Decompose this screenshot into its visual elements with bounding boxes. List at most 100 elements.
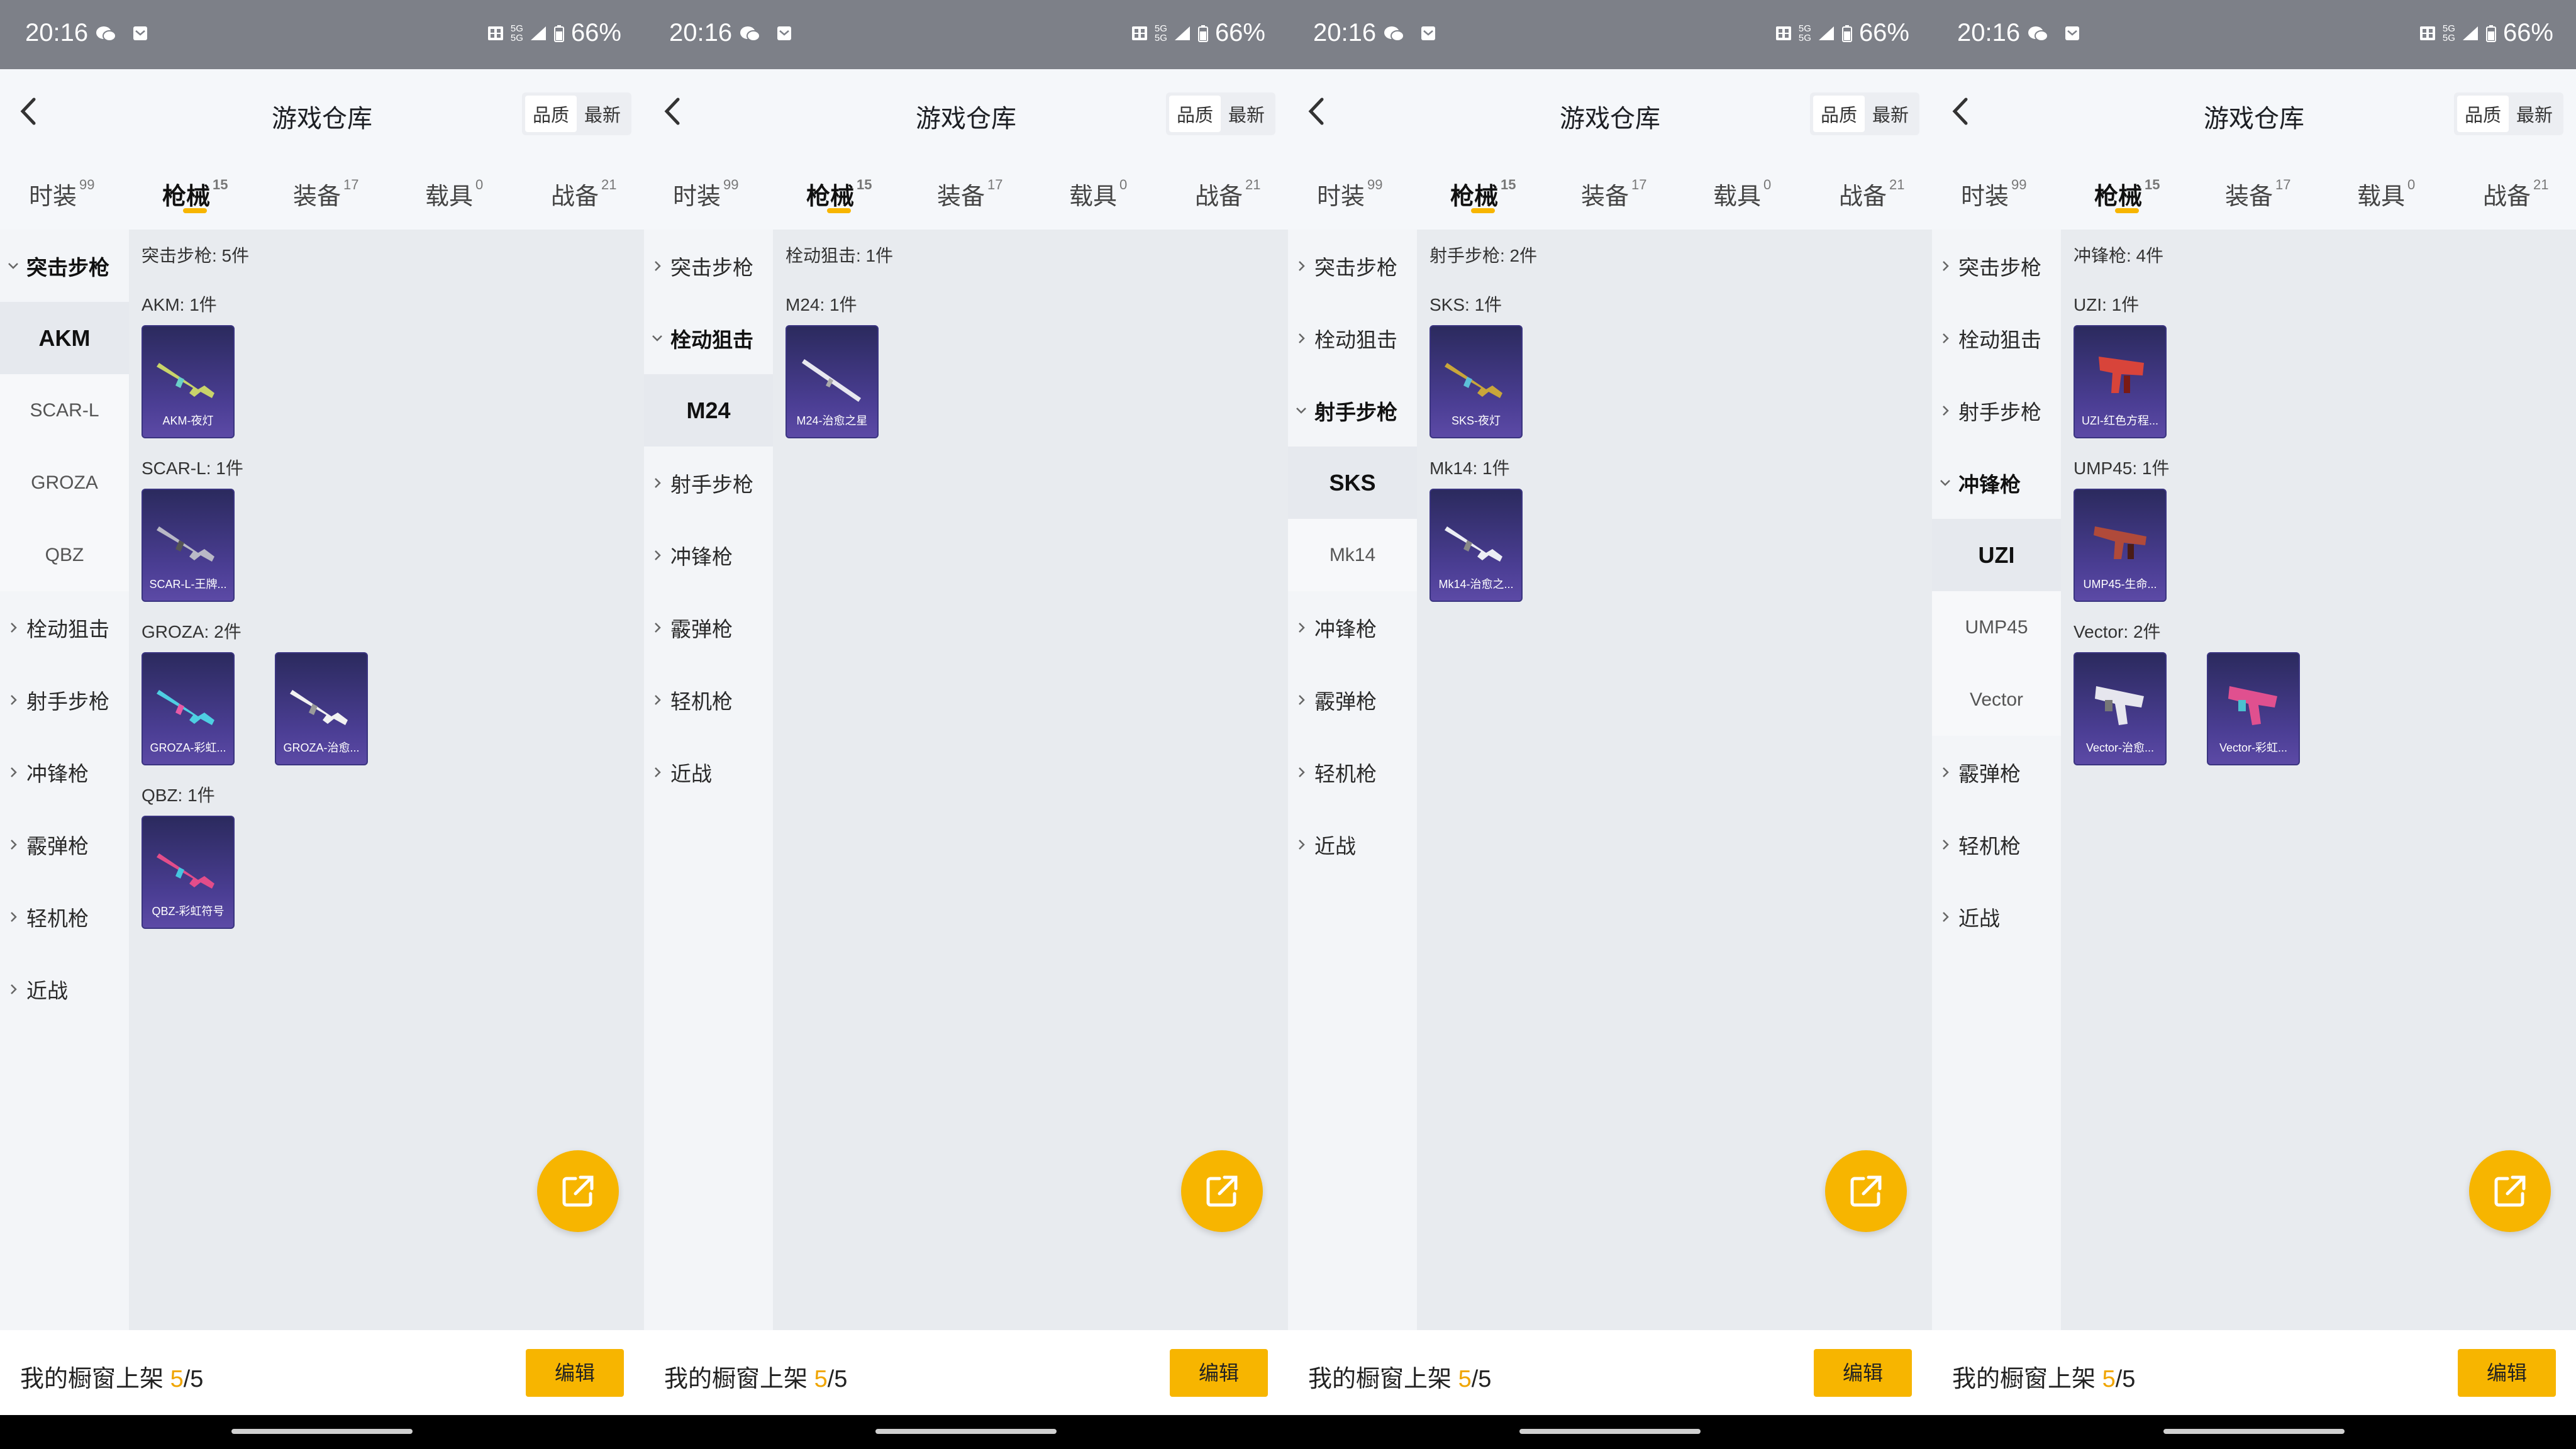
- sidebar-item-marksman-rifle[interactable]: 射手步枪: [0, 663, 129, 736]
- sort-quality-button[interactable]: 品质: [1813, 96, 1865, 132]
- tab-equipment[interactable]: 装备 17: [293, 177, 359, 211]
- tab-weapons[interactable]: 枪械 15: [2094, 177, 2160, 211]
- group-header: 射手步枪: 2件: [1430, 246, 1538, 265]
- showcase-count: 5: [2102, 1366, 2116, 1392]
- sort-quality-button[interactable]: 品质: [1169, 96, 1221, 132]
- sidebar-item-bolt-sniper[interactable]: 栓动狙击: [644, 302, 773, 374]
- sidebar-item-marksman-rifle[interactable]: 射手步枪: [644, 447, 773, 519]
- sort-latest-button[interactable]: 最新: [577, 96, 628, 132]
- sidebar-item-shotgun[interactable]: 霰弹枪: [644, 591, 773, 663]
- sidebar-item-marksman-rifle[interactable]: 射手步枪: [1932, 374, 2061, 447]
- sidebar-item-marksman-rifle[interactable]: 射手步枪: [1288, 374, 1417, 447]
- weapon-card[interactable]: GROZA-治愈...: [275, 652, 368, 765]
- weapon-card[interactable]: UMP45-生命...: [2074, 489, 2167, 602]
- tab-fashion[interactable]: 时装 99: [673, 177, 739, 211]
- tab-supplies[interactable]: 战备 21: [2483, 177, 2549, 211]
- edit-button[interactable]: 编辑: [2458, 1349, 2556, 1397]
- weapon-card[interactable]: Mk14-治愈之...: [1430, 489, 1523, 602]
- sidebar-subitem-groza[interactable]: GROZA: [0, 447, 129, 519]
- sidebar-item-melee[interactable]: 近战: [1932, 880, 2061, 953]
- sidebar-item-assault-rifle[interactable]: 突击步枪: [644, 230, 773, 302]
- weapon-card[interactable]: QBZ-彩虹符号: [142, 816, 235, 929]
- share-button[interactable]: [537, 1150, 619, 1232]
- edit-button[interactable]: 编辑: [1170, 1349, 1268, 1397]
- sidebar-item-lmg[interactable]: 轻机枪: [644, 663, 773, 736]
- sidebar-item-bolt-sniper[interactable]: 栓动狙击: [1932, 302, 2061, 374]
- share-button[interactable]: [1825, 1150, 1907, 1232]
- rifle-icon: [802, 359, 861, 402]
- sidebar-item-assault-rifle[interactable]: 突击步枪: [0, 230, 129, 302]
- message-icon: [777, 26, 791, 40]
- tab-equipment[interactable]: 装备 17: [1581, 177, 1647, 211]
- weapon-card-name: QBZ-彩虹符号: [152, 905, 225, 918]
- sidebar-item-bolt-sniper[interactable]: 栓动狙击: [0, 591, 129, 663]
- sidebar-item-assault-rifle[interactable]: 突击步枪: [1288, 230, 1417, 302]
- tab-weapons[interactable]: 枪械 15: [1450, 177, 1516, 211]
- tab-equipment[interactable]: 装备 17: [937, 177, 1003, 211]
- sidebar-item-melee[interactable]: 近战: [1288, 808, 1417, 880]
- home-gesture-handle[interactable]: [231, 1429, 413, 1434]
- share-button[interactable]: [1181, 1150, 1263, 1232]
- edit-button[interactable]: 编辑: [1814, 1349, 1912, 1397]
- edit-button[interactable]: 编辑: [526, 1349, 624, 1397]
- tab-vehicles[interactable]: 载具 0: [1713, 177, 1771, 211]
- showcase-status: 我的橱窗上架 5/5: [1952, 1359, 2135, 1394]
- weapon-card[interactable]: GROZA-彩虹...: [142, 652, 235, 765]
- sidebar-subitem-scar-l[interactable]: SCAR-L: [0, 374, 129, 447]
- sort-quality-button[interactable]: 品质: [525, 96, 577, 132]
- battery-text: 66%: [1858, 19, 1909, 47]
- sidebar-item-lmg[interactable]: 轻机枪: [1932, 808, 2061, 880]
- tab-weapons[interactable]: 枪械 15: [162, 177, 228, 211]
- tab-fashion[interactable]: 时装 99: [29, 177, 95, 211]
- sort-latest-button[interactable]: 最新: [2509, 96, 2560, 132]
- sidebar-item-smg[interactable]: 冲锋枪: [1932, 447, 2061, 519]
- tab-supplies[interactable]: 战备 21: [1839, 177, 1905, 211]
- sidebar-item-lmg[interactable]: 轻机枪: [1288, 736, 1417, 808]
- tab-vehicles[interactable]: 载具 0: [425, 177, 483, 211]
- sidebar-subitem-qbz[interactable]: QBZ: [0, 519, 129, 591]
- tab-count: 99: [723, 177, 739, 192]
- sidebar-subitem-vector[interactable]: Vector: [1932, 663, 2061, 736]
- share-icon: [2494, 1175, 2526, 1207]
- sort-latest-button[interactable]: 最新: [1221, 96, 1272, 132]
- tab-supplies[interactable]: 战备 21: [551, 177, 617, 211]
- sidebar-subitem-mk14[interactable]: Mk14: [1288, 519, 1417, 591]
- sidebar-item-smg[interactable]: 冲锋枪: [0, 736, 129, 808]
- sort-latest-button[interactable]: 最新: [1865, 96, 1916, 132]
- tab-vehicles[interactable]: 载具 0: [1069, 177, 1127, 211]
- sidebar-item-assault-rifle[interactable]: 突击步枪: [1932, 230, 2061, 302]
- sidebar-subitem-akm[interactable]: AKM: [0, 302, 129, 374]
- weapon-card[interactable]: UZI-红色方程...: [2074, 325, 2167, 438]
- tab-equipment[interactable]: 装备 17: [2225, 177, 2291, 211]
- weapon-card[interactable]: SKS-夜灯: [1430, 325, 1523, 438]
- home-gesture-handle[interactable]: [2163, 1429, 2345, 1434]
- weapon-card[interactable]: Vector-彩虹...: [2207, 652, 2300, 765]
- weapon-card[interactable]: SCAR-L-王牌...: [142, 489, 235, 602]
- home-gesture-handle[interactable]: [875, 1429, 1057, 1434]
- tab-weapons[interactable]: 枪械 15: [806, 177, 872, 211]
- weapon-card[interactable]: AKM-夜灯: [142, 325, 235, 438]
- status-bar: 20:16 5G 5G 66%: [0, 0, 644, 69]
- weapon-card[interactable]: Vector-治愈...: [2074, 652, 2167, 765]
- sidebar-item-melee[interactable]: 近战: [0, 953, 129, 1025]
- tab-fashion[interactable]: 时装 99: [1317, 177, 1383, 211]
- tab-supplies[interactable]: 战备 21: [1195, 177, 1261, 211]
- sidebar-item-smg[interactable]: 冲锋枪: [1288, 591, 1417, 663]
- sidebar-item-melee[interactable]: 近战: [644, 736, 773, 808]
- sidebar-item-smg[interactable]: 冲锋枪: [644, 519, 773, 591]
- sidebar-subitem-uzi[interactable]: UZI: [1932, 519, 2061, 591]
- sidebar-item-lmg[interactable]: 轻机枪: [0, 880, 129, 953]
- tab-fashion[interactable]: 时装 99: [1961, 177, 2027, 211]
- weapon-card[interactable]: M24-治愈之星: [786, 325, 879, 438]
- tab-vehicles[interactable]: 载具 0: [2357, 177, 2415, 211]
- sidebar-subitem-m24[interactable]: M24: [644, 374, 773, 447]
- sidebar-item-shotgun[interactable]: 霰弹枪: [1932, 736, 2061, 808]
- sidebar-item-shotgun[interactable]: 霰弹枪: [0, 808, 129, 880]
- sidebar-subitem-ump45[interactable]: UMP45: [1932, 591, 2061, 663]
- sidebar-item-bolt-sniper[interactable]: 栓动狙击: [1288, 302, 1417, 374]
- sidebar-item-shotgun[interactable]: 霰弹枪: [1288, 663, 1417, 736]
- home-gesture-handle[interactable]: [1519, 1429, 1701, 1434]
- share-button[interactable]: [2469, 1150, 2551, 1232]
- sort-quality-button[interactable]: 品质: [2457, 96, 2509, 132]
- sidebar-subitem-sks[interactable]: SKS: [1288, 447, 1417, 519]
